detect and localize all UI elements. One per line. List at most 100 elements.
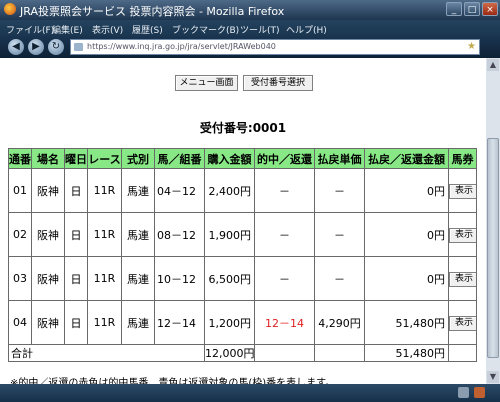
column-header: 通番	[8, 148, 32, 169]
amount-cell: 2,400円	[204, 168, 255, 213]
firefox-icon	[4, 3, 16, 15]
column-header: 曜日	[64, 148, 88, 169]
bet-type-cell: 馬連	[121, 212, 155, 257]
title-bar: JRA投票照会サービス 投票内容照会 - Mozilla Firefox _ □…	[0, 0, 500, 20]
menu-screen-button[interactable]: メニュー画面	[175, 75, 238, 91]
column-header: 的中／返還	[254, 148, 315, 169]
serial-cell: 01	[8, 168, 32, 213]
navigation-toolbar: ◀ ▶ ↻ https://www.inq.jra.go.jp/jra/serv…	[0, 36, 500, 58]
table-row: 03 阪神 日 11R 馬連 10－12 6,500円 － － 0円 表示	[8, 256, 477, 301]
site-identity-icon[interactable]	[74, 43, 83, 51]
hit-cell: －	[254, 168, 315, 213]
footnote: ※的中／返還の赤色は的中馬番、青色は返還対象の馬(枠)番を表します。	[10, 378, 336, 384]
column-header: 式別	[121, 148, 155, 169]
scroll-up-icon[interactable]: ▲	[487, 59, 499, 71]
venue-cell: 阪神	[31, 256, 65, 301]
day-cell: 日	[64, 300, 88, 345]
menu-edit[interactable]: 編集(E)	[52, 23, 83, 36]
show-ticket-button[interactable]: 表示	[449, 315, 476, 331]
menu-file[interactable]: ファイル(F)	[6, 23, 54, 36]
column-header: 場名	[31, 148, 65, 169]
vertical-scrollbar[interactable]: ▲ ▼	[486, 58, 500, 384]
combo-cell: 10－12	[154, 256, 205, 301]
show-ticket-button[interactable]: 表示	[449, 271, 476, 287]
table-row: 04 阪神 日 11R 馬連 12－14 1,200円 12－14 4,290円…	[8, 300, 477, 345]
unit-payout-cell: 4,290円	[314, 300, 365, 345]
forward-icon[interactable]: ▶	[28, 39, 44, 55]
amount-cell: 1,200円	[204, 300, 255, 345]
serial-cell: 02	[8, 212, 32, 257]
amount-cell: 1,900円	[204, 212, 255, 257]
receipt-select-button[interactable]: 受付番号選択	[243, 75, 313, 91]
column-header: 馬券	[448, 148, 477, 169]
close-button[interactable]: ×	[482, 2, 498, 16]
bets-table: 通番 場名 曜日 レース 式別 馬／組番 購入金額 的中／返還 払戻単価 払戻／…	[8, 148, 477, 362]
menu-help[interactable]: ヘルプ(H)	[286, 23, 327, 36]
ticket-cell: 表示	[448, 212, 477, 257]
race-cell: 11R	[87, 256, 122, 301]
race-cell: 11R	[87, 168, 122, 213]
combo-cell: 04－12	[154, 168, 205, 213]
status-icon[interactable]	[474, 387, 485, 398]
amount-cell: 6,500円	[204, 256, 255, 301]
menu-history[interactable]: 履歴(S)	[132, 23, 163, 36]
ticket-cell: 表示	[448, 300, 477, 345]
column-header: 購入金額	[204, 148, 255, 169]
venue-cell: 阪神	[31, 168, 65, 213]
day-cell: 日	[64, 168, 88, 213]
table-header-row: 通番 場名 曜日 レース 式別 馬／組番 購入金額 的中／返還 払戻単価 払戻／…	[8, 148, 477, 169]
menu-view[interactable]: 表示(V)	[92, 23, 123, 36]
unit-payout-cell: －	[314, 256, 365, 301]
table-row: 01 阪神 日 11R 馬連 04－12 2,400円 － － 0円 表示	[8, 168, 477, 213]
column-header: 払戻／返還金額	[364, 148, 449, 169]
column-header: 馬／組番	[154, 148, 205, 169]
hit-cell: －	[254, 256, 315, 301]
day-cell: 日	[64, 256, 88, 301]
receipt-number: 受付番号:0001	[199, 121, 287, 135]
bookmark-star-icon[interactable]: ★	[467, 41, 476, 52]
payout-cell: 51,480円	[364, 300, 449, 345]
menu-tools[interactable]: ツール(T)	[240, 23, 280, 36]
menu-bookmarks[interactable]: ブックマーク(B)	[172, 23, 239, 36]
addon-icon[interactable]	[458, 387, 469, 398]
column-header: 払戻単価	[314, 148, 365, 169]
back-icon[interactable]: ◀	[8, 39, 24, 55]
unit-payout-cell: －	[314, 168, 365, 213]
hit-cell: －	[254, 212, 315, 257]
status-bar	[0, 384, 500, 402]
show-ticket-button[interactable]: 表示	[449, 227, 476, 243]
combo-cell: 12－14	[154, 300, 205, 345]
bet-type-cell: 馬連	[121, 256, 155, 301]
maximize-button[interactable]: □	[464, 2, 480, 16]
race-cell: 11R	[87, 212, 122, 257]
hit-cell: 12－14	[254, 300, 315, 345]
window-title: JRA投票照会サービス 投票内容照会 - Mozilla Firefox	[20, 5, 285, 18]
table-row: 02 阪神 日 11R 馬連 08－12 1,900円 － － 0円 表示	[8, 212, 477, 257]
show-ticket-button[interactable]: 表示	[449, 183, 476, 199]
total-row: 合計 12,000円 51,480円	[8, 344, 477, 362]
payout-cell: 0円	[364, 168, 449, 213]
menu-bar: ファイル(F) 編集(E) 表示(V) 履歴(S) ブックマーク(B) ツール(…	[0, 20, 500, 36]
day-cell: 日	[64, 212, 88, 257]
bet-type-cell: 馬連	[121, 300, 155, 345]
bet-type-cell: 馬連	[121, 168, 155, 213]
total-label: 合計	[8, 344, 205, 362]
reload-icon[interactable]: ↻	[48, 39, 64, 55]
payout-cell: 0円	[364, 256, 449, 301]
address-bar[interactable]: https://www.inq.jra.go.jp/jra/servlet/JR…	[70, 39, 480, 55]
total-payout: 51,480円	[364, 344, 449, 362]
unit-payout-cell: －	[314, 212, 365, 257]
scroll-thumb[interactable]	[487, 138, 499, 358]
payout-cell: 0円	[364, 212, 449, 257]
column-header: レース	[87, 148, 122, 169]
page-content: メニュー画面 受付番号選択 受付番号:0001 通番 場名 曜日 レース 式別 …	[0, 58, 486, 384]
ticket-cell: 表示	[448, 256, 477, 301]
serial-cell: 04	[8, 300, 32, 345]
venue-cell: 阪神	[31, 300, 65, 345]
minimize-button[interactable]: _	[446, 2, 462, 16]
scroll-down-icon[interactable]: ▼	[487, 371, 499, 383]
venue-cell: 阪神	[31, 212, 65, 257]
ticket-cell: 表示	[448, 168, 477, 213]
window-controls: _ □ ×	[446, 2, 498, 16]
total-amount: 12,000円	[204, 344, 255, 362]
